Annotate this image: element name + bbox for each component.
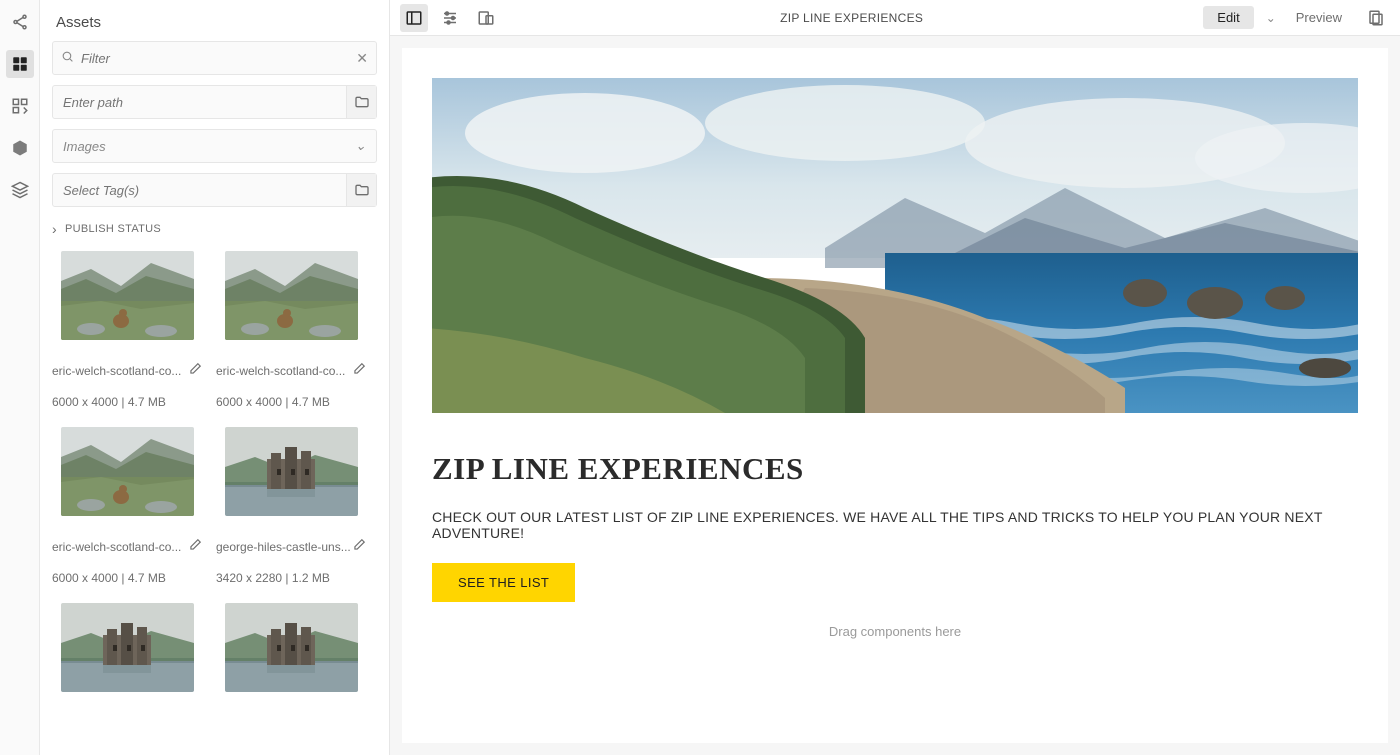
preview-button[interactable]: Preview — [1288, 10, 1350, 25]
page-title: ZIP LINE EXPERIENCES — [500, 11, 1203, 25]
asset-thumbnail[interactable] — [61, 251, 194, 340]
share-icon[interactable] — [6, 8, 34, 36]
asset-thumbnail[interactable] — [225, 603, 358, 692]
page-properties-icon[interactable] — [436, 4, 464, 32]
assets-sidebar: Assets ✕ Images ⌄ — [40, 0, 390, 755]
asset-card[interactable]: george-hiles-castle-uns... 3420 x 2280 | … — [216, 427, 366, 585]
mode-dropdown-icon[interactable]: ⌄ — [1266, 11, 1276, 25]
asset-meta: 6000 x 4000 | 4.7 MB — [52, 395, 202, 409]
asset-card[interactable] — [216, 603, 366, 692]
sidepanel-toggle-icon[interactable] — [400, 4, 428, 32]
asset-card[interactable] — [52, 603, 202, 692]
layers-icon[interactable] — [6, 176, 34, 204]
asset-meta: 3420 x 2280 | 1.2 MB — [216, 571, 366, 585]
hero-image[interactable] — [432, 78, 1358, 413]
asset-thumbnail[interactable] — [61, 427, 194, 516]
publish-status-toggle[interactable]: › PUBLISH STATUS — [52, 221, 377, 237]
edit-icon[interactable] — [352, 538, 366, 555]
filter-input[interactable] — [53, 51, 376, 66]
edit-mode-button[interactable]: Edit — [1203, 6, 1253, 29]
assets-panel-icon[interactable] — [6, 50, 34, 78]
asset-card[interactable]: eric-welch-scotland-co... 6000 x 4000 | 4… — [52, 251, 202, 409]
emulator-icon[interactable] — [472, 4, 500, 32]
asset-meta: 6000 x 4000 | 4.7 MB — [52, 571, 202, 585]
asset-card[interactable]: eric-welch-scotland-co... 6000 x 4000 | 4… — [52, 427, 202, 585]
edit-icon[interactable] — [188, 362, 202, 379]
asset-name: george-hiles-castle-uns... — [216, 540, 352, 554]
asset-thumbnail[interactable] — [225, 251, 358, 340]
topbar-left — [400, 4, 500, 32]
asset-name: eric-welch-scotland-co... — [52, 540, 188, 554]
tags-input-row[interactable] — [52, 173, 377, 207]
cta-button[interactable]: SEE THE LIST — [432, 563, 575, 602]
asset-card[interactable]: eric-welch-scotland-co... 6000 x 4000 | 4… — [216, 251, 366, 409]
asset-thumbnail[interactable] — [61, 603, 194, 692]
page-info-icon[interactable] — [1362, 4, 1390, 32]
chevron-down-icon: ⌄ — [355, 138, 366, 154]
page-canvas[interactable]: ZIP LINE EXPERIENCES CHECK OUT OUR LATES… — [402, 48, 1388, 743]
components-icon[interactable] — [6, 92, 34, 120]
asset-type-select[interactable]: Images ⌄ — [52, 129, 377, 163]
left-rail — [0, 0, 40, 755]
asset-name: eric-welch-scotland-co... — [52, 364, 188, 378]
path-input-row[interactable] — [52, 85, 377, 119]
asset-thumbnail[interactable] — [225, 427, 358, 516]
search-icon — [61, 50, 74, 66]
folder-icon[interactable] — [346, 174, 376, 206]
asset-name: eric-welch-scotland-co... — [216, 364, 352, 378]
chevron-right-icon: › — [52, 221, 57, 237]
tags-input[interactable] — [53, 183, 376, 198]
editor-region: ZIP LINE EXPERIENCES Edit ⌄ Preview — [390, 0, 1400, 755]
folder-icon[interactable] — [346, 86, 376, 118]
topbar-right: Edit ⌄ Preview — [1203, 4, 1390, 32]
asset-type-label: Images — [63, 139, 106, 154]
clear-icon[interactable]: ✕ — [356, 50, 368, 67]
sidebar-title: Assets — [40, 0, 389, 41]
canvas-wrapper[interactable]: ZIP LINE EXPERIENCES CHECK OUT OUR LATES… — [390, 36, 1400, 755]
filters: ✕ Images ⌄ — [40, 41, 389, 207]
path-input[interactable] — [53, 95, 376, 110]
edit-icon[interactable] — [188, 538, 202, 555]
page-subheading[interactable]: CHECK OUT OUR LATEST LIST OF ZIP LINE EX… — [432, 509, 1358, 541]
asset-meta: 6000 x 4000 | 4.7 MB — [216, 395, 366, 409]
assets-grid: eric-welch-scotland-co... 6000 x 4000 | 4… — [40, 243, 389, 755]
page-heading[interactable]: ZIP LINE EXPERIENCES — [432, 451, 1358, 487]
publish-status-label: PUBLISH STATUS — [65, 223, 161, 235]
content-tree-icon[interactable] — [6, 134, 34, 162]
filter-search[interactable]: ✕ — [52, 41, 377, 75]
edit-icon[interactable] — [352, 362, 366, 379]
editor-topbar: ZIP LINE EXPERIENCES Edit ⌄ Preview — [390, 0, 1400, 36]
component-dropzone[interactable]: Drag components here — [432, 620, 1358, 643]
